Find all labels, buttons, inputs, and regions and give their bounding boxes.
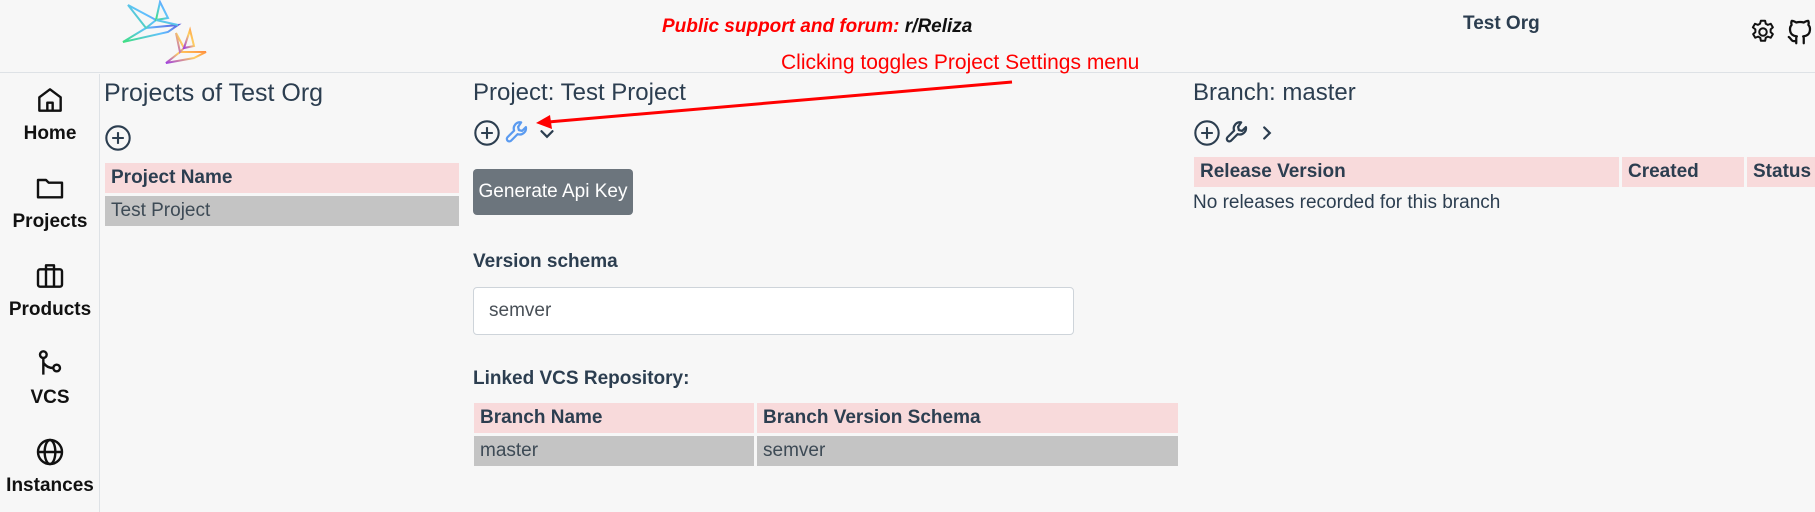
table-row[interactable]: master semver bbox=[474, 436, 1178, 466]
sidebar-item-projects[interactable]: Projects bbox=[0, 172, 100, 252]
column-header-branch-version-schema[interactable]: Branch Version Schema bbox=[757, 403, 1178, 433]
sidebar-item-instances[interactable]: Instances bbox=[0, 436, 100, 512]
sidebar-item-label: Instances bbox=[6, 475, 94, 496]
generate-api-key-button[interactable]: Generate Api Key bbox=[473, 169, 633, 215]
reddit-link[interactable]: r/Reliza bbox=[905, 16, 973, 37]
vcs-branches-table: Branch Name Branch Version Schema master… bbox=[471, 400, 1181, 469]
organization-name[interactable]: Test Org bbox=[1463, 13, 1540, 35]
table-row[interactable]: Test Project bbox=[105, 196, 459, 226]
column-header-branch-name[interactable]: Branch Name bbox=[474, 403, 754, 433]
project-name-cell[interactable]: Test Project bbox=[105, 196, 459, 226]
git-branch-icon bbox=[38, 350, 62, 375]
branch-settings-wrench-icon[interactable] bbox=[1223, 118, 1253, 148]
column-header-release-version[interactable]: Release Version bbox=[1194, 157, 1619, 187]
gear-icon[interactable] bbox=[1748, 17, 1778, 47]
version-schema-label: Version schema bbox=[473, 251, 618, 272]
sidebar-item-label: Products bbox=[8, 299, 92, 320]
add-branch-icon[interactable] bbox=[473, 119, 501, 147]
project-title: Project: Test Project bbox=[473, 79, 686, 106]
branch-name-cell[interactable]: master bbox=[474, 436, 754, 466]
support-forum-text: Public support and forum: r/Reliza bbox=[662, 16, 972, 38]
folder-icon bbox=[36, 178, 64, 199]
releases-table: Release Version Created Status bbox=[1191, 154, 1815, 190]
briefcase-icon bbox=[36, 264, 64, 288]
support-prefix: Public support and forum: bbox=[662, 16, 905, 37]
linked-vcs-label: Linked VCS Repository: bbox=[473, 368, 690, 389]
sidebar: Home Projects Products VCS Instances bbox=[0, 74, 100, 512]
sidebar-item-products[interactable]: Products bbox=[0, 260, 100, 340]
chevron-right-icon[interactable] bbox=[1256, 122, 1278, 144]
home-icon bbox=[38, 88, 62, 112]
column-header-project-name[interactable]: Project Name bbox=[105, 163, 459, 193]
no-releases-message: No releases recorded for this branch bbox=[1193, 192, 1501, 213]
sidebar-item-label: Home bbox=[23, 123, 77, 144]
add-project-icon[interactable] bbox=[104, 124, 132, 152]
globe-icon bbox=[36, 438, 64, 466]
sidebar-item-label: Projects bbox=[12, 211, 88, 232]
add-release-icon[interactable] bbox=[1193, 119, 1221, 147]
column-header-status[interactable]: Status bbox=[1747, 157, 1815, 187]
branch-version-schema-cell[interactable]: semver bbox=[757, 436, 1178, 466]
github-icon[interactable] bbox=[1785, 17, 1815, 47]
sidebar-item-home[interactable]: Home bbox=[0, 84, 100, 164]
project-settings-wrench-icon[interactable] bbox=[503, 118, 533, 148]
projects-table: Project Name Test Project bbox=[102, 160, 462, 229]
logo-birds-icon[interactable] bbox=[118, 0, 218, 70]
version-schema-input[interactable] bbox=[473, 287, 1074, 335]
branch-title: Branch: master bbox=[1193, 79, 1356, 106]
projects-title: Projects of Test Org bbox=[104, 79, 324, 107]
annotation-text: Clicking toggles Project Settings menu bbox=[781, 51, 1140, 74]
column-header-created[interactable]: Created bbox=[1622, 157, 1744, 187]
sidebar-item-label: VCS bbox=[30, 387, 70, 408]
chevron-down-icon[interactable] bbox=[536, 123, 558, 145]
sidebar-item-vcs[interactable]: VCS bbox=[0, 348, 100, 428]
